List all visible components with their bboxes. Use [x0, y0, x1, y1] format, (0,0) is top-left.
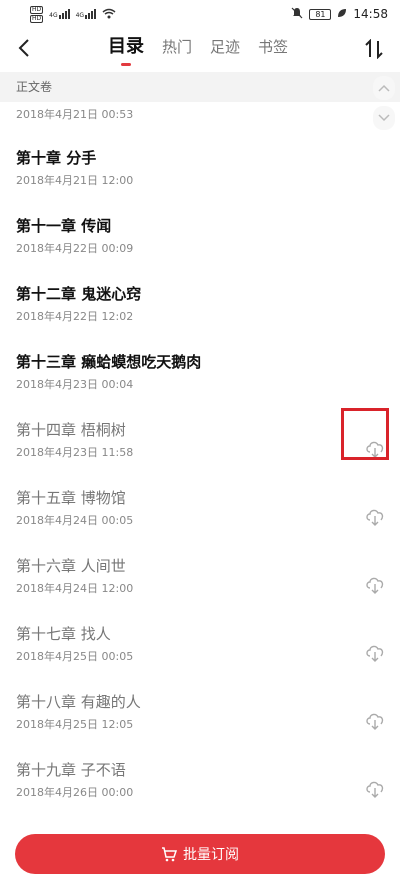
chapter-item[interactable]: 第十七章 找人 2018年4月25日 00:05	[0, 620, 400, 688]
status-left: HD HD 4G 4G	[30, 5, 116, 23]
signal-icon-2: 4G	[75, 9, 97, 19]
network2-label: 4G	[75, 12, 85, 19]
chapter-date: 2018年4月21日 00:53	[16, 108, 134, 121]
cloud-download-button[interactable]	[360, 570, 390, 600]
sort-button[interactable]	[360, 36, 388, 62]
chapter-item[interactable]: 第十章 分手 2018年4月21日 12:00	[0, 144, 400, 212]
chapter-title: 第十三章 癞蛤蟆想吃天鹅肉	[16, 353, 202, 371]
chapter-title: 第十七章 找人	[16, 625, 111, 643]
chapter-date: 2018年4月24日 12:00	[16, 582, 134, 595]
chapter-list: 第十章 分手 2018年4月21日 12:00 第十一章 传闻 2018年4月2…	[0, 144, 400, 824]
chapter-date: 2018年4月23日 11:58	[16, 446, 134, 459]
sort-icon	[365, 39, 383, 59]
back-arrow-icon	[18, 39, 29, 57]
chapter-date: 2018年4月22日 12:02	[16, 310, 134, 323]
chapter-date: 2018年4月23日 00:04	[16, 378, 134, 391]
batch-subscribe-label: 批量订阅	[183, 847, 239, 863]
chapter-title: 第十一章 传闻	[16, 217, 112, 235]
tab-bookmarks[interactable]: 书签	[258, 36, 288, 58]
scroll-down-button[interactable]	[373, 106, 395, 130]
status-bar: HD HD 4G 4G 81 14:58	[0, 0, 400, 28]
cloud-download-icon	[366, 645, 384, 662]
chapter-title: 第十五章 博物馆	[16, 489, 126, 507]
chapter-title: 第十九章 子不语	[16, 761, 126, 779]
network1-label: 4G	[49, 12, 58, 19]
cloud-download-button[interactable]	[360, 706, 390, 736]
chapter-date: 2018年4月25日 12:05	[16, 718, 134, 731]
back-button[interactable]	[10, 34, 38, 62]
cart-icon	[162, 846, 177, 861]
chapter-date: 2018年4月22日 00:09	[16, 242, 134, 255]
wifi-icon	[102, 8, 116, 21]
cloud-download-icon	[366, 441, 384, 458]
chapter-title: 第十四章 梧桐树	[16, 421, 126, 439]
chapter-item[interactable]: 第十六章 人间世 2018年4月24日 12:00	[0, 552, 400, 620]
chapter-item[interactable]: 第十二章 鬼迷心窍 2018年4月22日 12:02	[0, 280, 400, 348]
chapter-item[interactable]: 第十四章 梧桐树 2018年4月23日 11:58	[0, 416, 400, 484]
chapter-title: 第十章 分手	[16, 149, 97, 167]
scroll-up-button[interactable]	[373, 76, 395, 100]
sim2-badge: HD	[30, 14, 44, 23]
tab-bar: 目录 热门 足迹 书签	[108, 36, 306, 66]
chapter-item[interactable]: 第十五章 博物馆 2018年4月24日 00:05	[0, 484, 400, 552]
signal-icon: 4G	[49, 9, 70, 19]
top-nav: 目录 热门 足迹 书签	[0, 28, 400, 68]
volume-header: 正文卷	[0, 72, 400, 102]
tab-popular[interactable]: 热门	[162, 36, 192, 58]
leaf-icon	[337, 7, 347, 21]
chapter-item[interactable]: 第十九章 子不语 2018年4月26日 00:00	[0, 756, 400, 824]
cloud-download-icon	[366, 509, 384, 526]
status-right: 81 14:58	[291, 7, 388, 22]
chapter-date: 2018年4月21日 12:00	[16, 174, 134, 187]
chapter-date: 2018年4月24日 00:05	[16, 514, 134, 527]
chapter-date: 2018年4月25日 00:05	[16, 650, 134, 663]
cloud-download-button[interactable]	[360, 434, 390, 464]
chapter-title: 第十六章 人间世	[16, 557, 126, 575]
mute-icon	[291, 7, 303, 22]
chevron-up-icon	[378, 84, 390, 92]
sim1-badge: HD	[30, 5, 44, 14]
hd-badges: HD HD	[30, 5, 44, 23]
chapter-title: 第十八章 有趣的人	[16, 693, 141, 711]
clock: 14:58	[353, 7, 388, 21]
cloud-download-button[interactable]	[360, 774, 390, 804]
cloud-download-icon	[366, 577, 384, 594]
tab-contents[interactable]: 目录	[108, 36, 144, 66]
tab-history[interactable]: 足迹	[210, 36, 240, 58]
chevron-down-icon	[378, 114, 390, 122]
chapter-date: 2018年4月26日 00:00	[16, 786, 134, 799]
cloud-download-icon	[366, 781, 384, 798]
battery-icon: 81	[309, 8, 332, 20]
batch-subscribe-button[interactable]: 批量订阅	[15, 834, 385, 874]
chapter-item[interactable]: 第十三章 癞蛤蟆想吃天鹅肉 2018年4月23日 00:04	[0, 348, 400, 416]
cloud-download-button[interactable]	[360, 638, 390, 668]
chapter-item[interactable]: 第十八章 有趣的人 2018年4月25日 12:05	[0, 688, 400, 756]
chapter-title: 第十二章 鬼迷心窍	[16, 285, 142, 303]
cloud-download-icon	[366, 713, 384, 730]
cloud-download-button[interactable]	[360, 502, 390, 532]
chapter-item[interactable]: 第十一章 传闻 2018年4月22日 00:09	[0, 212, 400, 280]
